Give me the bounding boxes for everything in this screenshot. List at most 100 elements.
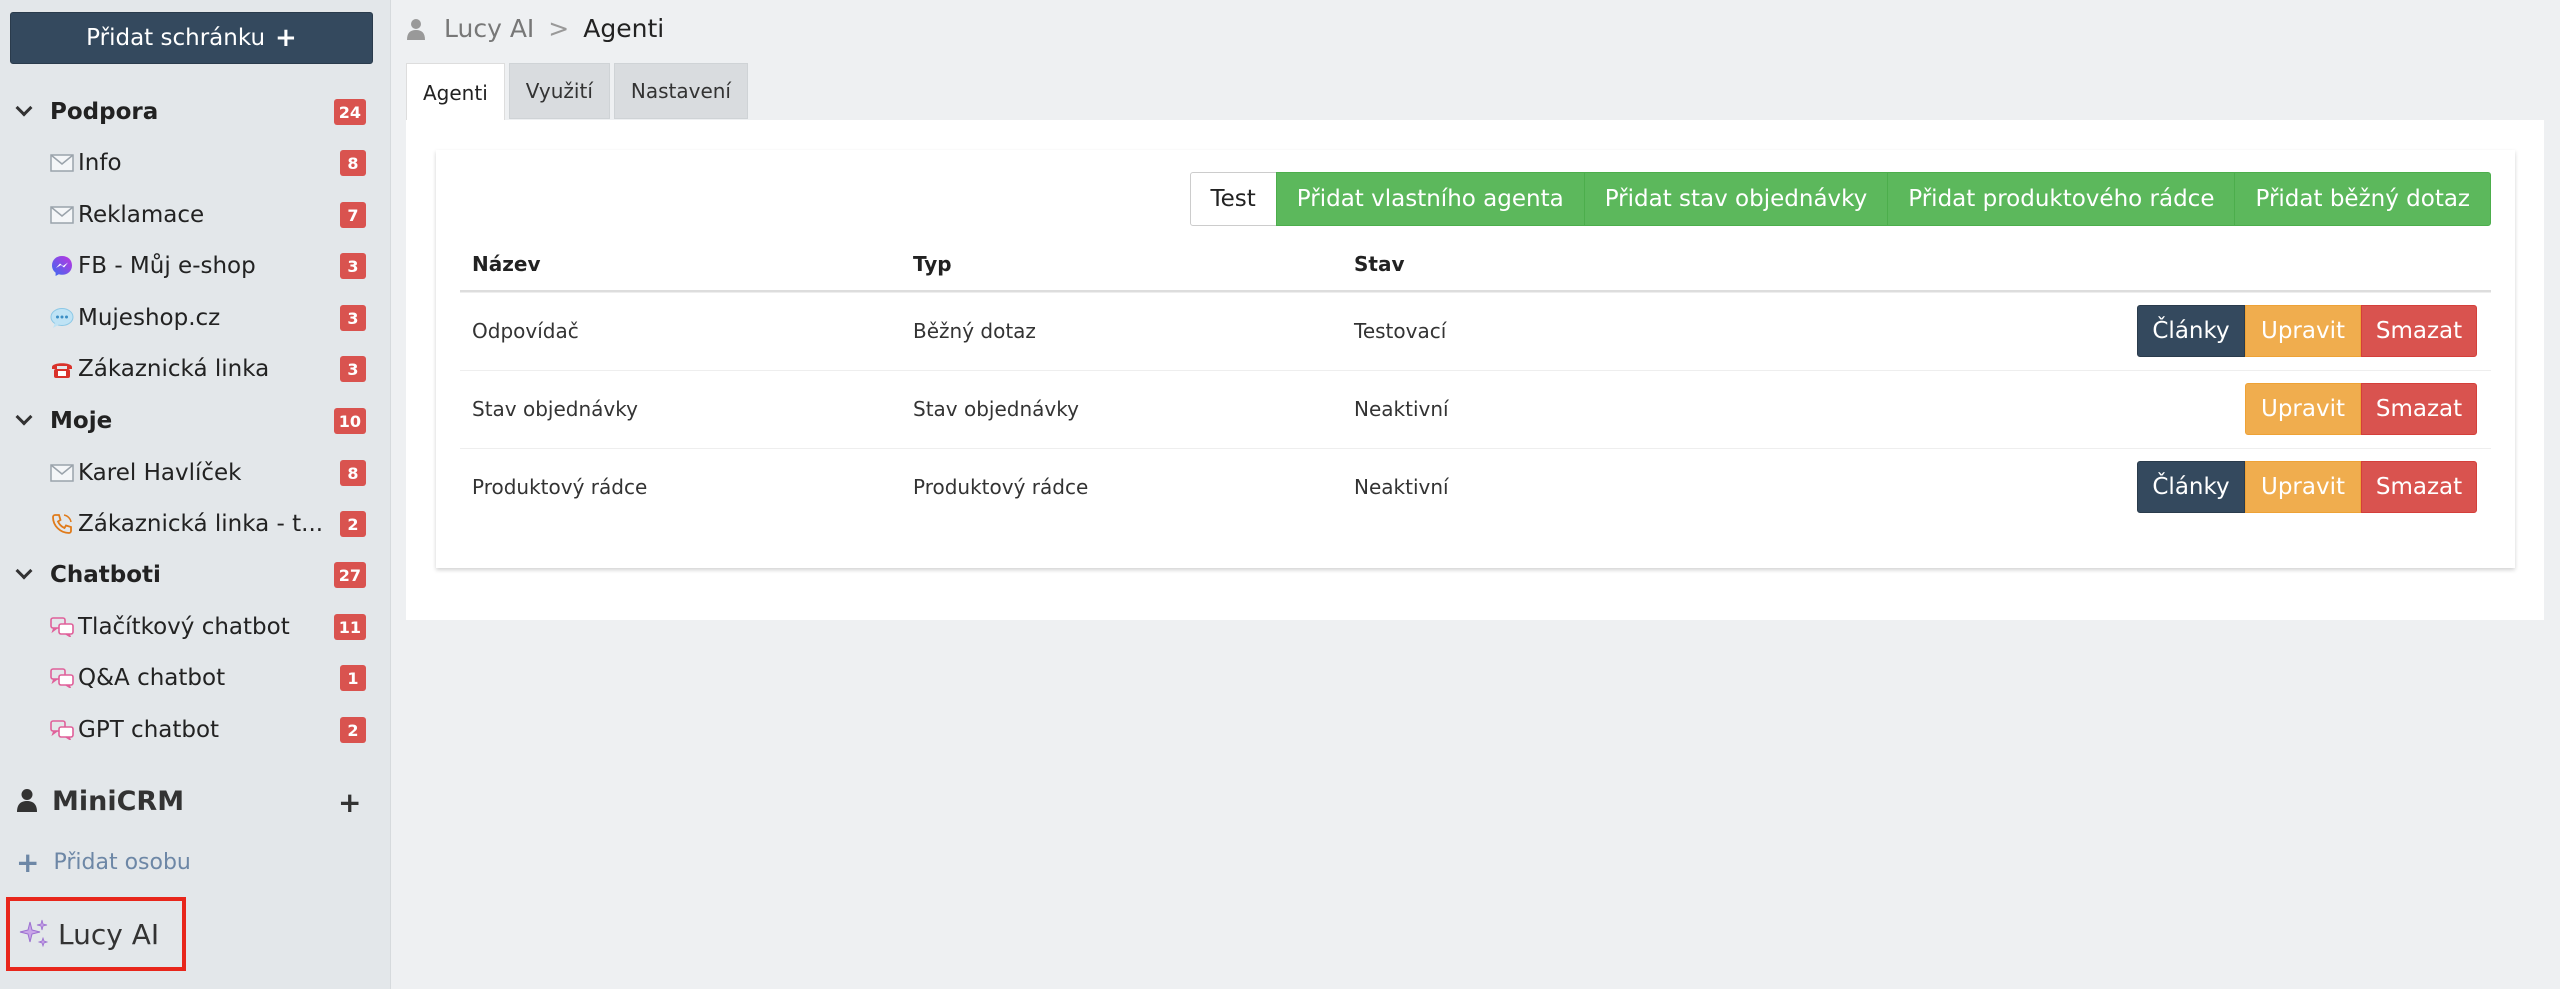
count-badge: 3	[340, 356, 366, 382]
sidebar-item-label: Karel Havlíček	[78, 460, 242, 486]
add-person-label: Přidat osobu	[53, 850, 191, 875]
plus-icon: +	[275, 23, 297, 53]
count-badge: 8	[340, 150, 366, 176]
breadcrumb-separator: >	[548, 14, 570, 43]
table-header: Název Typ Stav	[460, 238, 2491, 292]
tab-content-panel: Test Přidat vlastního agenta Přidat stav…	[406, 120, 2544, 620]
breadcrumb-root[interactable]: Lucy AI	[444, 14, 534, 43]
sidebar-item-label: Info	[78, 150, 122, 176]
envelope-icon	[49, 150, 75, 176]
edit-button[interactable]: Upravit	[2245, 461, 2361, 513]
sidebar-item-label: Zákaznická linka	[78, 356, 270, 382]
tab-nastaveni[interactable]: Nastavení	[613, 63, 748, 119]
breadcrumb-current: Agenti	[583, 14, 665, 43]
cell-name: Stav objednávky	[472, 397, 638, 421]
chat-icon	[49, 614, 75, 640]
articles-button[interactable]: Články	[2137, 305, 2245, 357]
sidebar-item-label: Tlačítkový chatbot	[78, 614, 290, 640]
column-header-type: Typ	[913, 252, 952, 276]
telephone-icon	[49, 356, 75, 382]
tab-vyuziti[interactable]: Využití	[508, 63, 610, 119]
table-row: Stav objednávky Stav objednávky Neaktivn…	[460, 370, 2491, 449]
sidebar-item-karel-havlicek[interactable]: Karel Havlíček 8	[0, 450, 390, 496]
group-name: Moje	[50, 408, 113, 434]
sparkles-icon	[18, 918, 50, 950]
add-custom-agent-button[interactable]: Přidat vlastního agenta	[1275, 172, 1585, 226]
count-badge: 11	[333, 614, 366, 640]
group-name: Chatboti	[50, 562, 161, 588]
row-actions: Články Upravit Smazat	[2137, 461, 2477, 513]
sidebar-group-podpora[interactable]: Podpora 24	[0, 89, 390, 135]
sidebar-item-gpt-chatbot[interactable]: GPT chatbot 2	[0, 707, 390, 753]
count-badge: 2	[340, 717, 366, 743]
count-badge: 3	[340, 305, 366, 331]
breadcrumb: Lucy AI > Agenti	[406, 14, 664, 43]
count-badge: 1	[340, 665, 366, 691]
sidebar-item-reklamace[interactable]: Reklamace 7	[0, 192, 390, 238]
add-product-advisor-button[interactable]: Přidat produktového rádce	[1887, 172, 2236, 226]
tab-agenti[interactable]: Agenti	[406, 63, 505, 121]
sidebar-item-label: GPT chatbot	[78, 717, 220, 743]
plus-icon: +	[16, 846, 40, 879]
delete-button[interactable]: Smazat	[2361, 461, 2477, 513]
cell-name: Produktový rádce	[472, 475, 648, 499]
column-header-name: Název	[472, 252, 541, 276]
sidebar-item-label: Mujeshop.cz	[78, 305, 221, 331]
chat-bubble-icon	[49, 305, 75, 331]
count-badge: 7	[340, 202, 366, 228]
add-minicrm-button[interactable]: +	[338, 786, 361, 819]
sidebar-item-label: FB - Můj e-shop	[78, 253, 256, 279]
count-badge: 8	[340, 460, 366, 486]
chevron-down-icon	[15, 562, 33, 580]
table-row: Odpovídač Běžný dotaz Testovací Články U…	[460, 292, 2491, 371]
cell-status: Testovací	[1354, 319, 1447, 343]
edit-button[interactable]: Upravit	[2245, 305, 2361, 357]
sidebar-item-mujeshop[interactable]: Mujeshop.cz 3	[0, 295, 390, 341]
cell-status: Neaktivní	[1354, 397, 1449, 421]
table-row: Produktový rádce Produktový rádce Neakti…	[460, 448, 2491, 527]
group-name: Podpora	[50, 99, 159, 125]
envelope-icon	[49, 460, 75, 486]
delete-button[interactable]: Smazat	[2361, 383, 2477, 435]
user-icon	[406, 18, 426, 40]
test-button[interactable]: Test	[1189, 172, 1277, 226]
chevron-down-icon	[15, 99, 33, 117]
chat-icon	[49, 665, 75, 691]
sidebar-group-moje[interactable]: Moje 10	[0, 398, 390, 444]
minicrm-label: MiniCRM	[52, 786, 185, 817]
sidebar-item-qa-chatbot[interactable]: Q&A chatbot 1	[0, 655, 390, 701]
count-badge: 2	[340, 511, 366, 537]
sidebar-item-lucy-ai[interactable]: Lucy AI	[6, 897, 186, 971]
sidebar-item-tlacitkovy-chatbot[interactable]: Tlačítkový chatbot 11	[0, 604, 390, 650]
edit-button[interactable]: Upravit	[2245, 383, 2361, 435]
count-badge: 24	[333, 99, 366, 125]
sidebar-item-label: Q&A chatbot	[78, 665, 226, 691]
phone-icon	[49, 511, 75, 537]
sidebar-item-fb-eshop[interactable]: FB - Můj e-shop 3	[0, 243, 390, 289]
agents-card: Test Přidat vlastního agenta Přidat stav…	[436, 150, 2515, 568]
add-common-query-button[interactable]: Přidat běžný dotaz	[2234, 172, 2491, 226]
delete-button[interactable]: Smazat	[2361, 305, 2477, 357]
row-actions: Články Upravit Smazat	[2137, 305, 2477, 357]
messenger-icon	[49, 253, 75, 279]
chat-icon	[49, 717, 75, 743]
row-actions: Upravit Smazat	[2245, 383, 2477, 435]
chevron-down-icon	[15, 408, 33, 426]
sidebar: Přidat schránku + Podpora 24 Info 8 Rekl…	[0, 0, 391, 989]
sidebar-item-zakaznicka-linka-t[interactable]: Zákaznická linka - t... 2	[0, 501, 390, 547]
articles-button[interactable]: Články	[2137, 461, 2245, 513]
sidebar-item-zakaznicka-linka[interactable]: Zákaznická linka 3	[0, 346, 390, 392]
minicrm-section[interactable]: MiniCRM	[16, 786, 184, 817]
sidebar-item-label: Zákaznická linka - t...	[78, 511, 324, 537]
cell-type: Stav objednávky	[913, 397, 1079, 421]
cell-name: Odpovídač	[472, 319, 579, 343]
sidebar-item-info[interactable]: Info 8	[0, 140, 390, 186]
person-icon	[16, 788, 38, 816]
tab-bar: Agenti Využití Nastavení	[406, 63, 752, 121]
sidebar-group-chatboti[interactable]: Chatboti 27	[0, 552, 390, 598]
agent-toolbar: Test Přidat vlastního agenta Přidat stav…	[1189, 172, 2491, 226]
add-person-link[interactable]: + Přidat osobu	[16, 846, 191, 879]
count-badge: 10	[333, 408, 366, 434]
add-mailbox-button[interactable]: Přidat schránku +	[10, 12, 373, 64]
add-order-status-button[interactable]: Přidat stav objednávky	[1583, 172, 1889, 226]
